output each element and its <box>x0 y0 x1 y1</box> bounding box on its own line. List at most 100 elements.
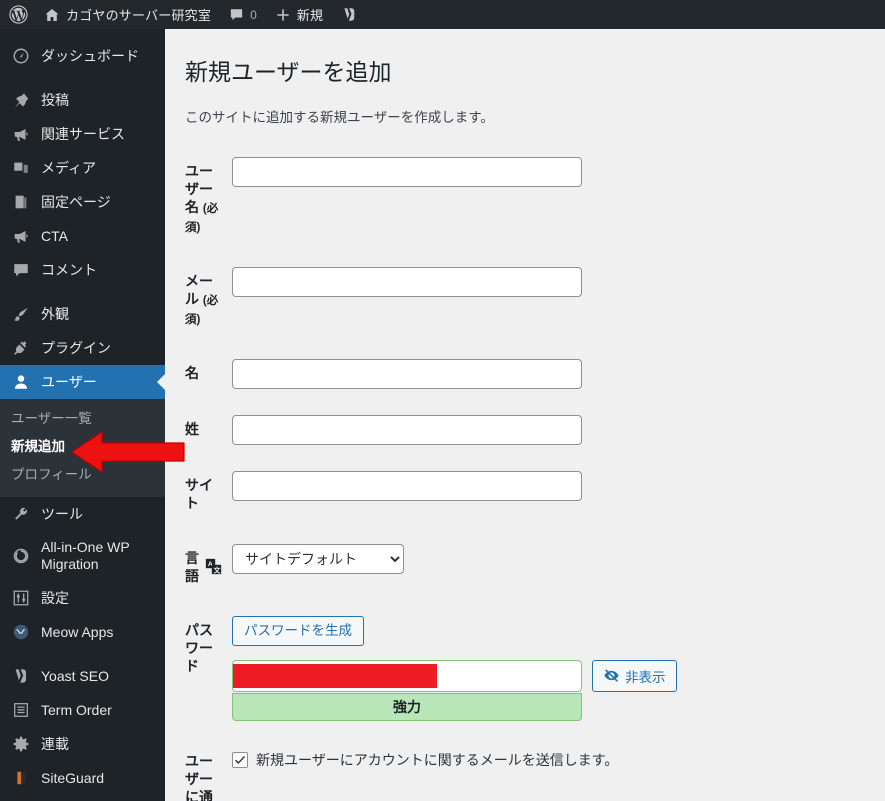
yoast-seo-icon <box>11 666 31 686</box>
hide-password-label: 非表示 <box>625 669 666 685</box>
form-row-username: ユーザー名 (必須) <box>185 144 842 254</box>
password-redaction-overlay <box>233 663 437 688</box>
menu-spacer-2 <box>0 287 165 297</box>
sidebar-item-label: CTA <box>41 227 68 244</box>
user-icon <box>11 372 31 392</box>
meow-apps-icon <box>11 622 31 642</box>
sidebar-item-settings[interactable]: 設定 <box>0 581 165 615</box>
sidebar-item-yoast-seo[interactable]: Yoast SEO <box>0 659 165 693</box>
language-label: 言語 A 文 <box>185 531 232 603</box>
sidebar-item-all-in-one-wp-migration[interactable]: All-in-One WP Migration <box>0 531 165 581</box>
sidebar-subitem-users-list[interactable]: ユーザー一覧 <box>0 405 165 433</box>
menu-spacer-3 <box>0 649 165 659</box>
sidebar-item-plugins[interactable]: プラグイン <box>0 331 165 365</box>
form-row-email: メール (必須) <box>185 254 842 346</box>
sidebar-item-tools[interactable]: ツール <box>0 497 165 531</box>
username-input[interactable] <box>232 156 582 187</box>
admin-bar: カゴヤのサーバー研究室 0 新規 <box>0 0 885 29</box>
sidebar-item-users[interactable]: ユーザー <box>0 365 165 399</box>
comments-count: 0 <box>250 7 257 22</box>
sidebar-item-pages[interactable]: 固定ページ <box>0 185 165 219</box>
add-user-form: ユーザー名 (必須) メール (必須) 名 姓 サイト 言語 A 文 サイトデフ… <box>185 144 842 801</box>
sidebar-item-label: コメント <box>41 261 97 278</box>
sidebar-item-label: 外観 <box>41 305 69 322</box>
page-icon <box>11 192 31 212</box>
language-cell: サイトデフォルト <box>232 531 842 603</box>
svg-text:文: 文 <box>214 566 221 575</box>
sidebar-item-term-order[interactable]: Term Order <box>0 693 165 727</box>
yoast-seo-icon <box>341 6 358 23</box>
form-row-notify: ユーザーに通知を送信 新規ユーザーにアカウントに関するメールを送信します。 <box>185 734 842 801</box>
form-row-firstname: 名 <box>185 346 842 402</box>
new-content-button[interactable]: 新規 <box>266 0 332 29</box>
plus-icon <box>275 7 291 23</box>
page-title: 新規ユーザーを追加 <box>185 59 392 85</box>
email-input[interactable] <box>232 267 582 298</box>
sidebar-item-label: ユーザー <box>41 373 97 390</box>
language-select[interactable]: サイトデフォルト <box>232 543 404 574</box>
form-row-password: パスワード パスワードを生成 非表示 強力 <box>185 603 842 734</box>
password-strength-indicator: 強力 <box>232 692 582 721</box>
send-notification-checkbox[interactable] <box>232 751 248 768</box>
website-label: サイト <box>185 477 213 512</box>
admin-sidebar-menu[interactable]: ダッシュボード 投稿 関連サービス メディア 固定ページ CTA コメント 外観… <box>0 29 165 801</box>
sidebar-item-label: 投稿 <box>41 91 69 108</box>
plug-icon <box>11 338 31 358</box>
sidebar-subitem-add-new-user[interactable]: 新規追加 <box>0 433 165 461</box>
gear-icon <box>11 734 31 754</box>
wordpress-admin-screen: カゴヤのサーバー研究室 0 新規 ダッシュボード 投稿 関連サービス メディア … <box>0 0 885 801</box>
sidebar-item-cta[interactable]: CTA <box>0 219 165 253</box>
sidebar-item-meow-apps[interactable]: Meow Apps <box>0 615 165 649</box>
sidebar-item-siteguard[interactable]: SiteGuard <box>0 761 165 795</box>
sidebar-subitem-profile[interactable]: プロフィール <box>0 461 165 489</box>
password-input[interactable] <box>232 659 582 692</box>
yoast-seo-adminbar-button[interactable] <box>332 0 367 29</box>
pin-icon <box>11 90 31 110</box>
website-input[interactable] <box>232 471 582 502</box>
comment-bubble-icon <box>11 260 31 280</box>
lastname-cell <box>232 402 842 458</box>
settings-sliders-icon <box>11 588 31 608</box>
email-cell <box>232 254 842 346</box>
wordpress-logo-icon <box>9 5 28 24</box>
eye-slash-icon <box>603 667 620 684</box>
siteguard-icon <box>11 768 31 788</box>
sidebar-item-label: メディア <box>41 159 97 176</box>
form-row-language: 言語 A 文 サイトデフォルト <box>185 531 842 603</box>
firstname-input[interactable] <box>232 359 582 390</box>
sidebar-item-series[interactable]: 連載 <box>0 727 165 761</box>
menu-spacer-top <box>0 29 165 39</box>
generate-password-button[interactable]: パスワードを生成 <box>232 615 364 646</box>
sidebar-item-posts[interactable]: 投稿 <box>0 83 165 117</box>
lastname-input[interactable] <box>232 415 582 446</box>
sidebar-item-label: 関連サービス <box>41 125 125 142</box>
password-label: パスワード <box>185 621 213 675</box>
email-label: メール (必須) <box>185 254 232 346</box>
sidebar-item-label: 設定 <box>41 589 69 606</box>
lastname-label: 姓 <box>185 421 199 438</box>
comments-button[interactable]: 0 <box>220 0 266 29</box>
sidebar-item-dashboard[interactable]: ダッシュボード <box>0 39 165 73</box>
site-name-button[interactable]: カゴヤのサーバー研究室 <box>35 0 220 29</box>
wordpress-logo-button[interactable] <box>0 0 35 29</box>
media-icon <box>11 158 31 178</box>
page-description: このサイトに追加する新規ユーザーを作成します。 <box>185 109 494 125</box>
sidebar-item-label: ダッシュボード <box>41 47 139 64</box>
site-name-label: カゴヤのサーバー研究室 <box>66 8 212 23</box>
sidebar-item-media[interactable]: メディア <box>0 151 165 185</box>
firstname-label: 名 <box>185 365 199 382</box>
sidebar-item-label: プラグイン <box>41 339 111 356</box>
password-input-row: 非表示 <box>232 659 832 692</box>
password-strength-wrap: 非表示 強力 <box>232 659 832 721</box>
hide-password-button[interactable]: 非表示 <box>592 659 677 692</box>
sidebar-item-label: Meow Apps <box>41 623 114 640</box>
megaphone-icon <box>11 226 31 246</box>
comment-bubble-icon <box>229 7 244 22</box>
paintbrush-icon <box>11 304 31 324</box>
dashboard-icon <box>11 46 31 66</box>
sidebar-item-related-services[interactable]: 関連サービス <box>0 117 165 151</box>
sidebar-item-label: Term Order <box>41 701 112 718</box>
sidebar-item-appearance[interactable]: 外観 <box>0 297 165 331</box>
password-cell: パスワードを生成 非表示 強力 <box>232 603 842 734</box>
sidebar-item-comments[interactable]: コメント <box>0 253 165 287</box>
